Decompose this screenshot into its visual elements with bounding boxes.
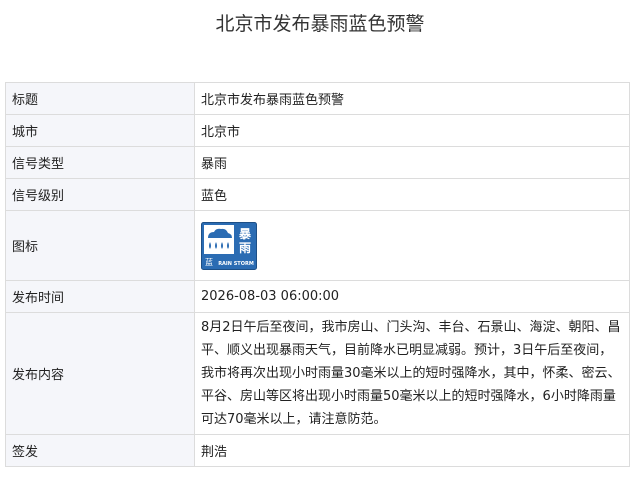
svg-text:RAIN STORM: RAIN STORM: [218, 261, 254, 267]
row-label-publish-time: 发布时间: [5, 280, 195, 313]
row-value-city: 北京市: [194, 114, 630, 147]
row-label-signal-type: 信号类型: [5, 146, 195, 179]
warning-info-table: 标题 北京市发布暴雨蓝色预警 城市 北京市 信号类型 暴雨 信号级别 蓝色 图标: [5, 82, 630, 467]
row-value-publish-time: 2026-08-03 06:00:00: [194, 280, 630, 313]
row-label-signal-level: 信号级别: [5, 178, 195, 211]
row-value-signal-level: 蓝色: [194, 178, 630, 211]
row-value-title: 北京市发布暴雨蓝色预警: [194, 82, 630, 115]
row-label-content: 发布内容: [5, 312, 195, 435]
row-label-issuer: 签发: [5, 434, 195, 467]
row-label-city: 城市: [5, 114, 195, 147]
table-row-publish-time: 发布时间 2026-08-03 06:00:00: [5, 280, 630, 313]
table-row-signal-level: 信号级别 蓝色: [5, 178, 630, 211]
row-value-issuer: 荆浩: [194, 434, 630, 467]
table-row-content: 发布内容 8月2日午后至夜间，我市房山、门头沟、丰台、石景山、海淀、朝阳、昌平、…: [5, 312, 630, 435]
svg-text:蓝: 蓝: [205, 257, 213, 267]
row-label-title: 标题: [5, 82, 195, 115]
row-value-content: 8月2日午后至夜间，我市房山、门头沟、丰台、石景山、海淀、朝阳、昌平、顺义出现暴…: [194, 312, 630, 435]
table-row-issuer: 签发 荆浩: [5, 434, 630, 467]
rainstorm-blue-warning-icon: 暴 雨 蓝 RAIN STORM: [201, 221, 257, 270]
row-value-icon: 暴 雨 蓝 RAIN STORM: [194, 210, 630, 281]
row-label-icon: 图标: [5, 210, 195, 281]
table-row-city: 城市 北京市: [5, 114, 630, 147]
table-row-title: 标题 北京市发布暴雨蓝色预警: [5, 82, 630, 115]
row-value-signal-type: 暴雨: [194, 146, 630, 179]
page-title: 北京市发布暴雨蓝色预警: [215, 13, 425, 35]
svg-text:雨: 雨: [239, 241, 251, 255]
table-row-signal-type: 信号类型 暴雨: [5, 146, 630, 179]
svg-text:暴: 暴: [238, 227, 252, 241]
table-row-icon: 图标 暴 雨 蓝 RAIN STORM: [5, 210, 630, 281]
